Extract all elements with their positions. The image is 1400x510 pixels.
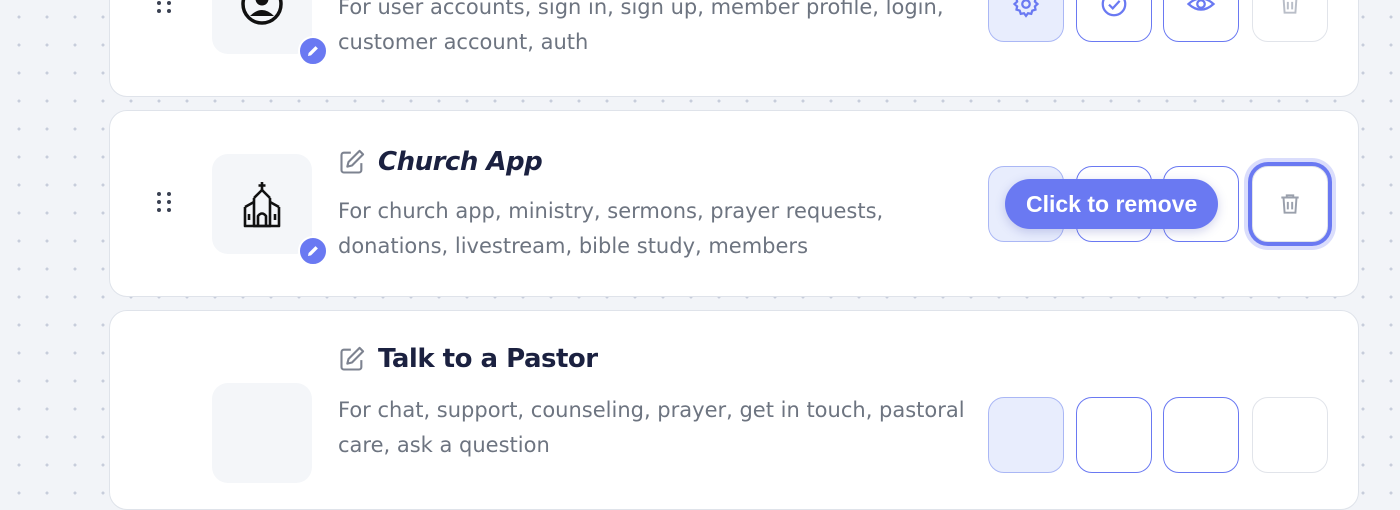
settings-button[interactable] bbox=[988, 0, 1064, 42]
preview-button[interactable] bbox=[1163, 397, 1239, 473]
edit-icon-button[interactable] bbox=[298, 236, 328, 266]
edit-icon-button[interactable] bbox=[298, 36, 328, 66]
edit-title-icon[interactable] bbox=[338, 148, 366, 176]
drag-handle-icon[interactable] bbox=[157, 192, 171, 212]
module-icon-box bbox=[212, 383, 312, 483]
eye-icon bbox=[1186, 0, 1216, 11]
pencil-icon bbox=[308, 46, 318, 56]
edit-title-icon[interactable] bbox=[338, 345, 366, 373]
trash-icon bbox=[1282, 0, 1298, 14]
module-description: For user accounts, sign in, sign up, mem… bbox=[338, 0, 944, 54]
title-row: Church App bbox=[338, 147, 543, 177]
drag-handle-icon[interactable] bbox=[157, 1, 171, 13]
module-card: Talk to a Pastor For chat, support, coun… bbox=[109, 310, 1359, 510]
settings-button[interactable] bbox=[988, 397, 1064, 473]
church-icon bbox=[243, 182, 281, 228]
module-card: Church App For church app, ministry, ser… bbox=[109, 110, 1359, 297]
trash-icon bbox=[1281, 194, 1299, 214]
module-icon-box bbox=[212, 154, 328, 266]
user-circle-icon bbox=[241, 0, 283, 25]
validate-button[interactable] bbox=[1076, 0, 1152, 42]
delete-button[interactable] bbox=[1252, 397, 1328, 473]
pencil-icon bbox=[308, 246, 318, 256]
module-title[interactable]: Church App bbox=[378, 147, 543, 177]
module-icon-box bbox=[212, 0, 328, 66]
title-row: Talk to a Pastor bbox=[338, 344, 598, 374]
gear-icon bbox=[1012, 0, 1040, 18]
validate-button[interactable] bbox=[1076, 397, 1152, 473]
delete-button[interactable] bbox=[1252, 166, 1328, 242]
preview-button[interactable] bbox=[1163, 0, 1239, 42]
module-title[interactable]: Talk to a Pastor bbox=[378, 344, 598, 374]
module-card: For user accounts, sign in, sign up, mem… bbox=[109, 0, 1359, 97]
remove-tooltip: Click to remove bbox=[1005, 179, 1219, 229]
module-description: For church app, ministry, sermons, praye… bbox=[338, 199, 884, 258]
check-circle-icon bbox=[1101, 0, 1127, 17]
module-description: For chat, support, counseling, prayer, g… bbox=[338, 398, 965, 457]
delete-button[interactable] bbox=[1252, 0, 1328, 42]
